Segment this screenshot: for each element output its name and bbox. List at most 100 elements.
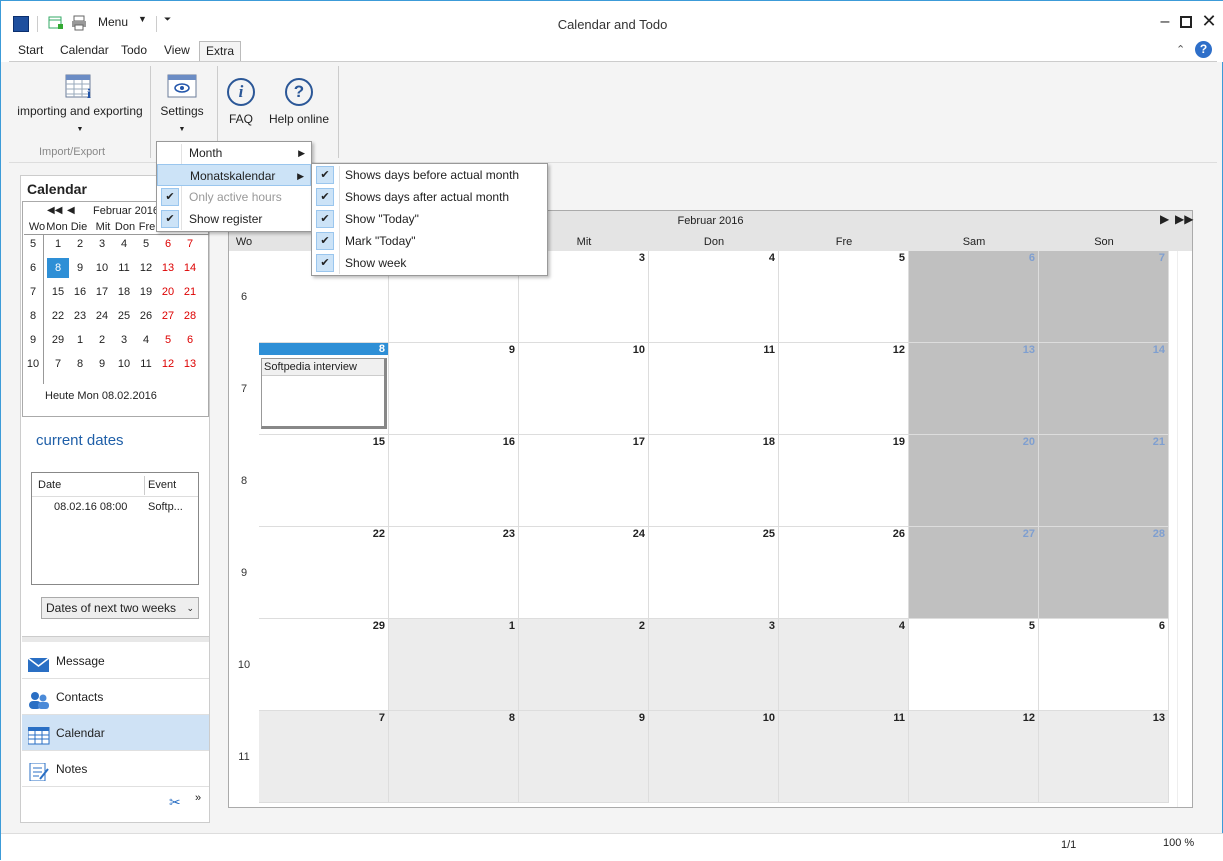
day-cell[interactable]: 4 <box>649 251 779 343</box>
day-cell[interactable]: 20 <box>909 435 1039 527</box>
mini-day[interactable]: 3 <box>113 334 135 346</box>
day-cell[interactable]: 29 <box>259 619 389 711</box>
mini-day[interactable]: 6 <box>179 334 201 346</box>
mini-day[interactable]: 16 <box>69 286 91 298</box>
table-row-date[interactable]: 08.02.16 08:00 <box>54 501 127 513</box>
day-cell[interactable]: 28 <box>1039 527 1169 619</box>
nav-calendar[interactable]: Calendar <box>22 715 209 751</box>
day-cell[interactable]: 12 <box>779 343 909 435</box>
submenu-item[interactable]: ✔ Mark "Today" <box>312 230 547 252</box>
mini-day[interactable]: 10 <box>91 262 113 274</box>
mini-day[interactable]: 4 <box>113 238 135 250</box>
nav-message[interactable]: Message <box>22 643 209 679</box>
mini-day[interactable]: 4 <box>135 334 157 346</box>
day-cell[interactable]: 17 <box>519 435 649 527</box>
menu-item-show-register[interactable]: ✔ Show register <box>157 208 311 230</box>
tab-view[interactable]: View <box>158 41 196 62</box>
day-cell[interactable]: 13 <box>909 343 1039 435</box>
mini-day[interactable]: 2 <box>91 334 113 346</box>
column-header-event[interactable]: Event <box>148 479 176 491</box>
mini-day[interactable]: 15 <box>47 286 69 298</box>
day-cell[interactable]: 3 <box>649 619 779 711</box>
mini-day[interactable]: 7 <box>47 358 69 370</box>
zoom-level[interactable]: 100 % <box>1163 837 1194 849</box>
column-header-date[interactable]: Date <box>38 479 61 491</box>
mini-day[interactable]: 17 <box>91 286 113 298</box>
mini-day[interactable]: 1 <box>47 238 69 250</box>
mini-day[interactable]: 7 <box>179 238 201 250</box>
mini-day-today[interactable]: 8 <box>47 258 69 278</box>
mini-day[interactable]: 11 <box>135 358 157 370</box>
day-cell[interactable]: 19 <box>779 435 909 527</box>
day-cell[interactable]: 11 <box>779 711 909 803</box>
mini-day[interactable]: 25 <box>113 310 135 322</box>
day-cell[interactable]: 23 <box>389 527 519 619</box>
day-cell[interactable]: 7 <box>1039 251 1169 343</box>
day-cell[interactable]: 6 <box>1039 619 1169 711</box>
configure-nav-icon[interactable]: ✂ <box>169 794 181 811</box>
mini-day[interactable]: 1 <box>69 334 91 346</box>
day-cell[interactable]: 9 <box>389 343 519 435</box>
mini-day[interactable]: 3 <box>91 238 113 250</box>
day-cell[interactable]: 8 <box>389 711 519 803</box>
day-cell[interactable]: Softpedia interview 8 <box>259 343 389 435</box>
day-cell[interactable]: 25 <box>649 527 779 619</box>
mini-day[interactable]: 12 <box>135 262 157 274</box>
submenu-item[interactable]: ✔ Show "Today" <box>312 208 547 230</box>
import-export-button[interactable]: i importing and exporting ▼ <box>15 72 145 133</box>
table-row-event[interactable]: Softp... <box>148 501 183 513</box>
today-label[interactable]: Heute Mon 08.02.2016 <box>45 390 157 402</box>
mini-day[interactable]: 26 <box>135 310 157 322</box>
nav-notes[interactable]: Notes <box>22 751 209 787</box>
mini-day[interactable]: 27 <box>157 310 179 322</box>
tab-start[interactable]: Start <box>12 41 49 62</box>
day-cell[interactable]: 13 <box>1039 711 1169 803</box>
mini-day[interactable]: 29 <box>47 334 69 346</box>
day-cell[interactable]: 22 <box>259 527 389 619</box>
day-cell[interactable]: 9 <box>519 711 649 803</box>
splitter[interactable] <box>22 636 209 642</box>
next-year-icon[interactable]: ▶▶ <box>1175 212 1193 226</box>
mini-day[interactable]: 6 <box>157 238 179 250</box>
mini-prev-month-icon[interactable]: ◀ <box>67 205 75 216</box>
mini-day[interactable]: 20 <box>157 286 179 298</box>
day-cell[interactable]: 5 <box>909 619 1039 711</box>
mini-day[interactable]: 12 <box>157 358 179 370</box>
day-cell[interactable]: 16 <box>389 435 519 527</box>
mini-day[interactable]: 28 <box>179 310 201 322</box>
day-cell[interactable]: 6 <box>909 251 1039 343</box>
help-icon[interactable]: ? <box>1195 41 1212 58</box>
day-cell[interactable]: 5 <box>779 251 909 343</box>
mini-prev-year-icon[interactable]: ◀◀ <box>47 205 62 216</box>
mini-day[interactable]: 22 <box>47 310 69 322</box>
day-cell[interactable]: 15 <box>259 435 389 527</box>
mini-day[interactable]: 21 <box>179 286 201 298</box>
day-cell[interactable]: 7 <box>259 711 389 803</box>
day-cell[interactable]: 14 <box>1039 343 1169 435</box>
day-cell[interactable]: 10 <box>519 343 649 435</box>
scrollbar[interactable] <box>1177 251 1192 807</box>
mini-day[interactable]: 10 <box>113 358 135 370</box>
mini-day[interactable]: 13 <box>157 262 179 274</box>
submenu-item[interactable]: ✔ Show week <box>312 252 547 274</box>
submenu-item[interactable]: ✔ Shows days before actual month <box>312 164 547 186</box>
event-appointment[interactable]: Softpedia interview <box>261 358 387 429</box>
mini-day[interactable]: 24 <box>91 310 113 322</box>
next-month-icon[interactable]: ▶ <box>1160 212 1169 226</box>
nav-contacts[interactable]: Contacts <box>22 679 209 715</box>
mini-day[interactable]: 2 <box>69 238 91 250</box>
day-cell[interactable]: 26 <box>779 527 909 619</box>
settings-button[interactable]: Settings ▼ <box>157 72 207 133</box>
mini-day[interactable]: 5 <box>135 238 157 250</box>
day-cell[interactable]: 11 <box>649 343 779 435</box>
menu-item-monatskalendar[interactable]: Monatskalendar ▶ <box>157 164 311 186</box>
tab-calendar[interactable]: Calendar <box>54 41 115 62</box>
day-cell[interactable]: 21 <box>1039 435 1169 527</box>
mini-day[interactable]: 14 <box>179 262 201 274</box>
help-online-button[interactable]: ? Help online <box>267 78 331 126</box>
date-range-select[interactable]: Dates of next two weeks ⌄ <box>41 597 199 619</box>
day-cell[interactable]: 24 <box>519 527 649 619</box>
mini-day[interactable]: 13 <box>179 358 201 370</box>
submenu-item[interactable]: ✔ Shows days after actual month <box>312 186 547 208</box>
tab-todo[interactable]: Todo <box>115 41 153 62</box>
